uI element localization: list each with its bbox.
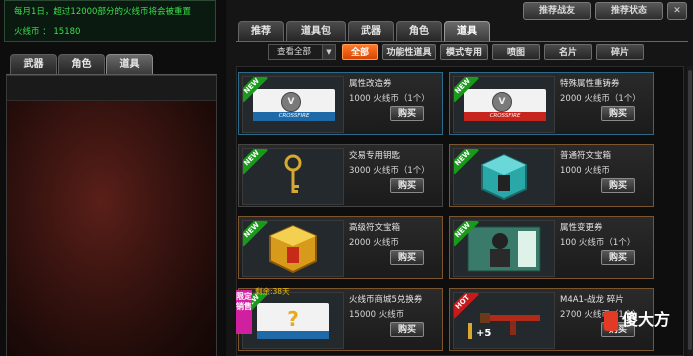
watermark-icon [604,310,618,331]
preview-header [7,76,216,101]
view-select[interactable]: 查看全部 ▼ [268,44,336,60]
currency-balance: 火线币 ： 15180 [14,27,81,37]
notice-box: 每月1日，超过12000部分的火线币将会被重置 火线币 ： 15180 [4,0,216,42]
tab-weapons-shop[interactable]: 武器 [348,21,394,41]
character-preview [6,75,217,356]
item-thumbnail: NEW [242,220,344,277]
item-price: 1000 火线币 [560,166,610,176]
item-price: 15000 火线币 [349,310,405,320]
item-name: 特殊属性重铸券 [560,79,620,89]
filter-bar: 查看全部 ▼ 全部 功能性道具 模式专用 喷图 名片 碎片 [240,44,686,62]
tab-recommend[interactable]: 推荐 [238,21,284,41]
filter-card-button[interactable]: 名片 [544,44,592,60]
tab-items-shop[interactable]: 道具 [444,21,490,41]
filter-fragment-button[interactable]: 碎片 [596,44,644,60]
view-select-value: 查看全部 [277,47,312,57]
limited-sale-badge: 限定 销售 [236,290,252,334]
item-name: 交易专用钥匙 [349,151,401,161]
item-name: 普通符文宝箱 [560,151,612,161]
filter-functional-button[interactable]: 功能性道具 [382,44,436,60]
item-name: 属性改造券 [349,79,392,89]
item-price: 2000 火线币 [349,238,399,248]
item-card[interactable]: NEW 高级符文宝箱 2000 火线币 购买 [238,216,443,279]
notice-line-1: 每月1日，超过12000部分的火线币将会被重置 [14,7,191,17]
tab-weapons[interactable]: 武器 [10,54,57,74]
svg-text:?: ? [287,307,299,331]
item-card[interactable]: V CROSSFIRE NEW 属性改造券 1000 火线币（1个） 购买 [238,72,443,135]
item-card[interactable]: ? NEW 火线币商城5兑换券 15000 火线币 购买 剩余:38天 [238,287,443,351]
close-icon: ✕ [673,6,681,16]
filter-spray-button[interactable]: 喷图 [492,44,540,60]
left-tabs: 武器 角色 道具 [6,52,217,75]
chevron-down-icon: ▼ [322,45,335,59]
buy-button[interactable]: 购买 [390,250,424,265]
category-tabs: 推荐 道具包 武器 角色 道具 [236,21,688,42]
item-card[interactable]: V CROSSFIRE NEW 特殊属性重铸券 2000 火线币（1个） 购买 [449,72,654,135]
item-thumbnail: NEW [453,220,555,277]
tab-characters-shop[interactable]: 角色 [396,21,442,41]
recommend-status-button[interactable]: 推荐状态 [595,2,663,20]
remaining-days-tag: 剩余:38天 [255,287,290,296]
tab-items[interactable]: 道具 [106,54,153,74]
item-thumbnail: ? NEW [242,292,344,349]
item-name: 高级符文宝箱 [349,223,401,233]
buy-button[interactable]: 购买 [601,106,635,121]
buy-button[interactable]: 购买 [390,178,424,193]
buy-button[interactable]: 购买 [390,322,424,337]
tab-item-packs[interactable]: 道具包 [286,21,346,41]
item-card[interactable]: NEW 属性变更券 100 火线币（1个） 购买 [449,216,654,279]
fragment-count: +5 [476,328,492,339]
item-card[interactable]: NEW 普通符文宝箱 1000 火线币 购买 [449,144,654,207]
ticket-red-icon: V CROSSFIRE [464,89,546,121]
close-button[interactable]: ✕ [667,2,687,20]
item-thumbnail: V CROSSFIRE NEW [453,76,555,133]
left-panel: 每月1日，超过12000部分的火线币将会被重置 火线币 ： 15180 武器 角… [0,0,224,356]
item-thumbnail: +5 HOT [453,292,555,349]
item-thumbnail: NEW [453,148,555,205]
item-price: 1000 火线币（1个） [349,94,430,104]
filter-all-button[interactable]: 全部 [342,44,378,60]
item-price: 3000 火线币（1个） [349,166,430,176]
ticket-blue-icon: V CROSSFIRE [253,89,335,121]
recommend-friend-button[interactable]: 推荐战友 [523,2,591,20]
buy-button[interactable]: 购买 [601,178,635,193]
item-name: 火线币商城5兑换券 [349,295,423,305]
item-name: 属性变更券 [560,223,603,233]
buy-button[interactable]: 购买 [601,250,635,265]
item-card[interactable]: NEW 交易专用钥匙 3000 火线币（1个） 购买 [238,144,443,207]
watermark-text: 傻大方 [622,310,671,329]
item-price: 2000 火线币（1个） [560,94,641,104]
item-thumbnail: NEW [242,148,344,205]
item-price: 100 火线币（1个） [560,238,636,248]
tab-characters[interactable]: 角色 [58,54,105,74]
item-thumbnail: V CROSSFIRE NEW [242,76,344,133]
buy-button[interactable]: 购买 [390,106,424,121]
filter-mode-button[interactable]: 模式专用 [440,44,488,60]
watermark: 傻大方 [604,303,690,337]
